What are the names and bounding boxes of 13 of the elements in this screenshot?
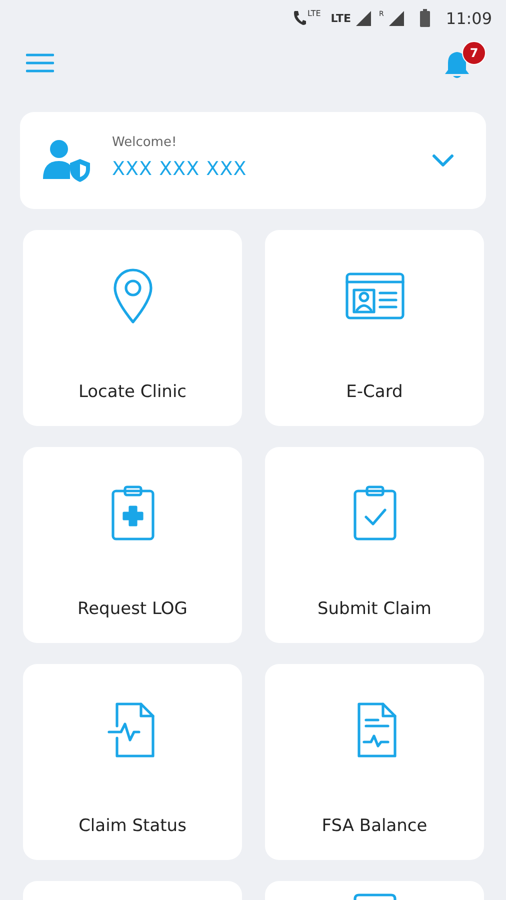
menu-tile[interactable]: E-Card bbox=[265, 230, 484, 426]
menu-tile[interactable]: Submit Claim bbox=[265, 447, 484, 643]
welcome-text: Welcome! bbox=[112, 135, 178, 150]
menu-tile[interactable]: Locate Clinic bbox=[23, 230, 242, 426]
menu-tile[interactable]: Claim Status bbox=[23, 664, 242, 860]
menu-tile[interactable]: Request LOG bbox=[23, 447, 242, 643]
network-type: LTE bbox=[330, 12, 352, 24]
notification-badge: 7 bbox=[462, 41, 486, 65]
menu-tile[interactable]: FSA Balance bbox=[265, 664, 484, 860]
user-name: XXX XXX XXX bbox=[112, 158, 248, 180]
clock-time: 11:09 bbox=[446, 8, 492, 28]
profile-card[interactable]: Welcome! XXX XXX XXX bbox=[20, 112, 486, 209]
network-type: LTE bbox=[308, 9, 321, 18]
